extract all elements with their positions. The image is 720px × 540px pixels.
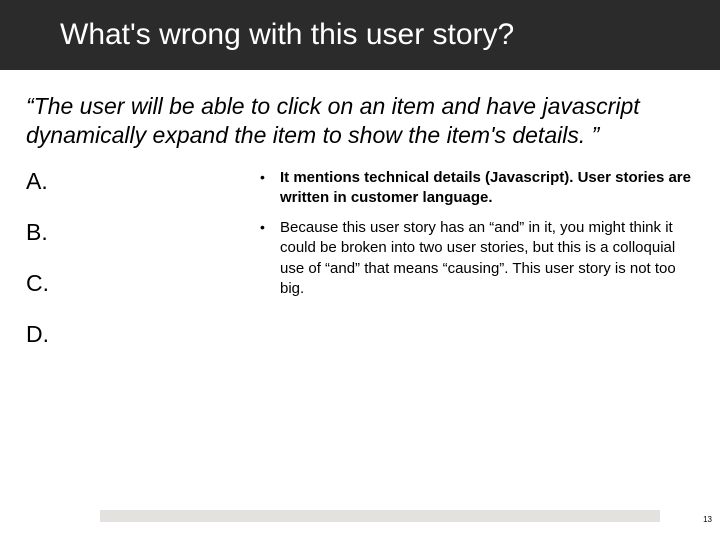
explanation-text-bold: It mentions technical details (Javascrip… <box>280 169 691 206</box>
title-bar: What's wrong with this user story? <box>0 0 720 70</box>
option-b: B. <box>26 219 246 246</box>
page-number: 13 <box>703 515 712 524</box>
option-d: D. <box>26 321 246 348</box>
explanation-column: It mentions technical details (Javascrip… <box>246 168 694 372</box>
explanation-item: Because this user story has an “and” in … <box>254 218 694 299</box>
explanation-list: It mentions technical details (Javascrip… <box>254 168 694 300</box>
explanation-item: It mentions technical details (Javascrip… <box>254 168 694 209</box>
slide-title: What's wrong with this user story? <box>60 18 514 52</box>
option-a: A. <box>26 168 246 195</box>
explanation-text: Because this user story has an “and” in … <box>280 219 676 297</box>
content-area: “The user will be able to click on an it… <box>0 70 720 372</box>
slide: What's wrong with this user story? “The … <box>0 0 720 540</box>
columns: A. B. C. D. It mentions technical detail… <box>26 168 694 372</box>
options-column: A. B. C. D. <box>26 168 246 372</box>
user-story-quote: “The user will be able to click on an it… <box>26 92 694 150</box>
footer-decoration <box>100 510 660 522</box>
option-c: C. <box>26 270 246 297</box>
